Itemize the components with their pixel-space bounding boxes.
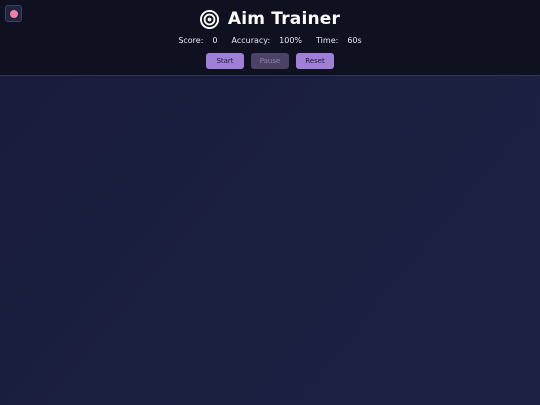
accuracy-value: 100% bbox=[279, 36, 303, 45]
score-stat: Score: 0 bbox=[178, 36, 217, 45]
start-button[interactable]: Start bbox=[206, 53, 244, 69]
reset-button[interactable]: Reset bbox=[296, 53, 334, 69]
time-label: Time: bbox=[316, 36, 339, 45]
time-stat: Time: 60s bbox=[316, 36, 362, 45]
game-play-area[interactable] bbox=[0, 76, 540, 405]
score-value: 0 bbox=[212, 36, 218, 45]
control-buttons: Start Pause Reset bbox=[0, 53, 540, 69]
accuracy-label: Accuracy: bbox=[231, 36, 271, 45]
score-label: Score: bbox=[178, 36, 204, 45]
page-title: Aim Trainer bbox=[227, 9, 341, 29]
pause-button[interactable]: Pause bbox=[251, 53, 289, 69]
accuracy-stat: Accuracy: 100% bbox=[232, 36, 303, 45]
target-icon bbox=[199, 9, 219, 29]
title-row: Aim Trainer bbox=[0, 7, 540, 31]
header-bar: Aim Trainer Score: 0 Accuracy: 100% Time… bbox=[0, 0, 540, 76]
stats-row: Score: 0 Accuracy: 100% Time: 60s bbox=[0, 36, 540, 45]
time-value: 60s bbox=[347, 36, 362, 45]
